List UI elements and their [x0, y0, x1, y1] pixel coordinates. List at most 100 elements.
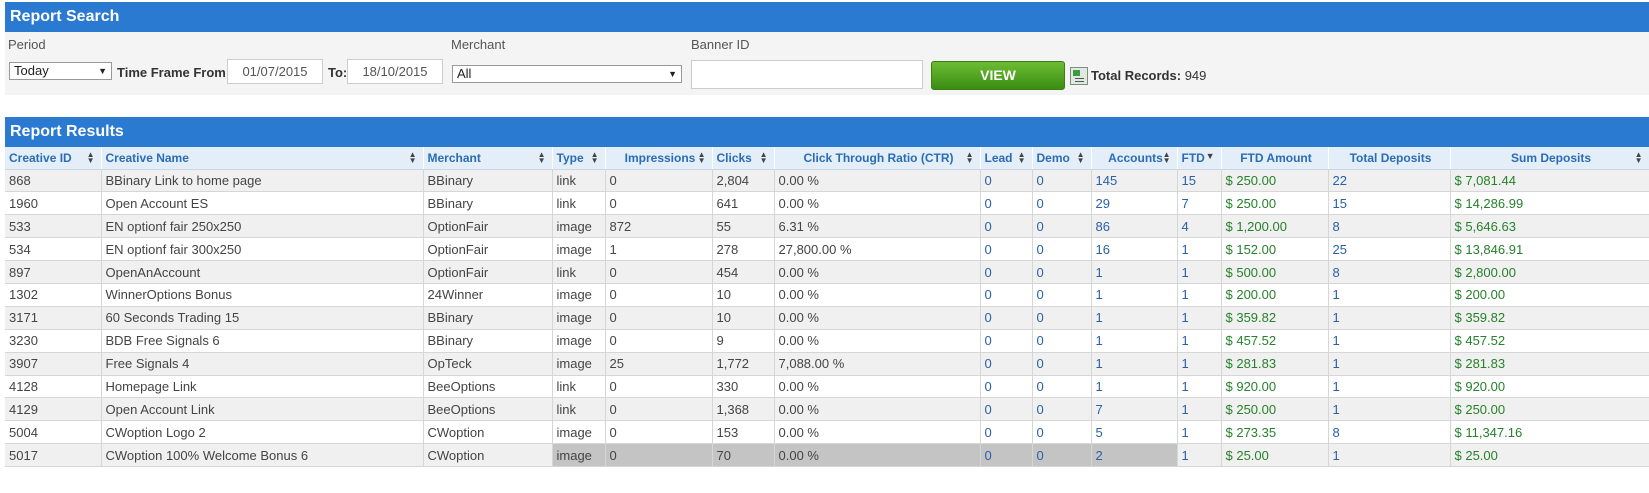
cell-lead: 0	[980, 237, 1033, 262]
cell-sum-deposits: $ 250.00	[1450, 397, 1649, 422]
col-sum-deposits[interactable]: Sum Deposits ▲ ▼	[1450, 147, 1649, 170]
cell-merchant: BeeOptions	[423, 397, 553, 422]
cell-accounts: 5	[1091, 420, 1178, 445]
cell-merchant: BBinary	[423, 329, 553, 353]
col-ftd[interactable]: FTD ▼	[1177, 147, 1222, 170]
cell-creative-id: 534	[5, 237, 102, 262]
cell-ftd-amount: $ 200.00	[1221, 283, 1329, 307]
cell-creative-id: 5004	[5, 420, 102, 445]
chevron-down-icon: ▼	[98, 66, 107, 76]
cell-impressions: 872	[605, 214, 713, 239]
cell-type: image	[552, 306, 606, 330]
cell-sum-deposits: $ 920.00	[1450, 375, 1649, 399]
cell-total-deposits: 1	[1328, 397, 1451, 422]
cell-lead: 0	[980, 420, 1033, 445]
cell-ctr: 0.00 %	[774, 443, 981, 468]
cell-creative-name: CWoption Logo 2	[101, 420, 424, 445]
table-row: 1302 WinnerOptions Bonus 24Winner image 0 10 0…	[5, 283, 1649, 307]
excel-export-icon[interactable]	[1070, 67, 1088, 85]
col-creative-id[interactable]: Creative ID ▲ ▼	[5, 147, 102, 170]
timeframe-label: Time Frame From:	[117, 65, 231, 80]
table-row: 5004 CWoption Logo 2 CWoption image 0 153 0.00…	[5, 420, 1649, 445]
col-ctr[interactable]: Click Through Ratio (CTR) ▲ ▼	[774, 147, 981, 170]
cell-clicks: 153	[712, 420, 775, 445]
col-label: Creative Name	[105, 150, 189, 165]
cell-ftd: 1	[1177, 306, 1222, 330]
col-demo[interactable]: Demo ▲ ▼	[1032, 147, 1092, 170]
col-type[interactable]: Type ▲ ▼	[552, 147, 606, 170]
cell-ftd-amount: $ 250.00	[1221, 169, 1329, 193]
cell-ftd: 1	[1177, 443, 1222, 468]
cell-creative-name: Open Account Link	[101, 397, 424, 422]
cell-accounts: 1	[1091, 283, 1178, 307]
cell-sum-deposits: $ 25.00	[1450, 443, 1649, 468]
cell-lead: 0	[980, 397, 1033, 422]
banner-id-input[interactable]	[691, 60, 923, 89]
cell-demo: 0	[1032, 283, 1092, 307]
cell-demo: 0	[1032, 260, 1092, 284]
cell-demo: 0	[1032, 329, 1092, 353]
table-row: 3230 BDB Free Signals 6 BBinary image 0 9 0.00…	[5, 329, 1649, 353]
table-row: 1960 Open Account ES BBinary link 0 641 0.00 %…	[5, 191, 1649, 216]
cell-creative-name: BDB Free Signals 6	[101, 329, 424, 353]
cell-accounts: 2	[1091, 443, 1178, 468]
view-button[interactable]: VIEW	[931, 61, 1065, 90]
cell-ftd: 4	[1177, 214, 1222, 239]
to-label: To:	[328, 65, 348, 80]
cell-ftd: 1	[1177, 352, 1222, 376]
cell-ftd: 1	[1177, 260, 1222, 284]
col-merchant[interactable]: Merchant ▲ ▼	[423, 147, 553, 170]
col-lead[interactable]: Lead ▲ ▼	[980, 147, 1033, 170]
cell-creative-name: Homepage Link	[101, 375, 424, 399]
sort-icon: ▲ ▼	[1017, 150, 1026, 165]
cell-type: image	[552, 329, 606, 353]
cell-type: image	[552, 214, 606, 239]
cell-accounts: 1	[1091, 329, 1178, 353]
cell-creative-id: 868	[5, 169, 102, 193]
cell-ctr: 0.00 %	[774, 375, 981, 399]
cell-merchant: OptionFair	[423, 214, 553, 239]
period-select[interactable]: Today ▼	[9, 62, 112, 80]
cell-lead: 0	[980, 443, 1033, 468]
col-total-deposits[interactable]: Total Deposits	[1328, 147, 1451, 170]
from-date-input[interactable]: 01/07/2015	[227, 59, 323, 84]
col-creative-name[interactable]: Creative Name ▲ ▼	[101, 147, 424, 170]
cell-demo: 0	[1032, 237, 1092, 262]
cell-demo: 0	[1032, 375, 1092, 399]
cell-lead: 0	[980, 375, 1033, 399]
to-date-input[interactable]: 18/10/2015	[347, 59, 443, 84]
cell-ftd-amount: $ 250.00	[1221, 397, 1329, 422]
sort-icon: ▲ ▼	[697, 150, 706, 165]
table-row: 534 EN optionf fair 300x250 OptionFair imag…	[5, 237, 1649, 262]
cell-sum-deposits: $ 5,646.63	[1450, 214, 1649, 239]
cell-clicks: 10	[712, 306, 775, 330]
table-row: 5017 CWoption 100% Welcome Bonus 6 CWoptio…	[5, 443, 1649, 468]
cell-accounts: 1	[1091, 260, 1178, 284]
cell-total-deposits: 8	[1328, 214, 1451, 239]
col-impressions[interactable]: Impressions ▲ ▼	[605, 147, 713, 170]
cell-lead: 0	[980, 306, 1033, 330]
cell-total-deposits: 8	[1328, 420, 1451, 445]
cell-sum-deposits: $ 13,846.91	[1450, 237, 1649, 262]
col-clicks[interactable]: Clicks ▲ ▼	[712, 147, 775, 170]
cell-ftd: 1	[1177, 375, 1222, 399]
cell-ftd-amount: $ 281.83	[1221, 352, 1329, 376]
sort-icon: ▲ ▼	[590, 150, 599, 165]
cell-ftd: 1	[1177, 397, 1222, 422]
cell-creative-name: WinnerOptions Bonus	[101, 283, 424, 307]
cell-type: link	[552, 191, 606, 216]
col-label: FTD Amount	[1240, 150, 1312, 165]
cell-type: image	[552, 420, 606, 445]
cell-demo: 0	[1032, 191, 1092, 216]
cell-lead: 0	[980, 169, 1033, 193]
cell-clicks: 55	[712, 214, 775, 239]
cell-merchant: BBinary	[423, 306, 553, 330]
cell-ftd-amount: $ 920.00	[1221, 375, 1329, 399]
col-label: Accounts	[1108, 150, 1163, 165]
merchant-select[interactable]: All ▼	[452, 65, 682, 83]
cell-impressions: 0	[605, 329, 713, 353]
cell-impressions: 25	[605, 352, 713, 376]
col-accounts[interactable]: Accounts ▲ ▼	[1091, 147, 1178, 170]
col-ftd-amount[interactable]: FTD Amount	[1221, 147, 1329, 170]
cell-impressions: 0	[605, 283, 713, 307]
